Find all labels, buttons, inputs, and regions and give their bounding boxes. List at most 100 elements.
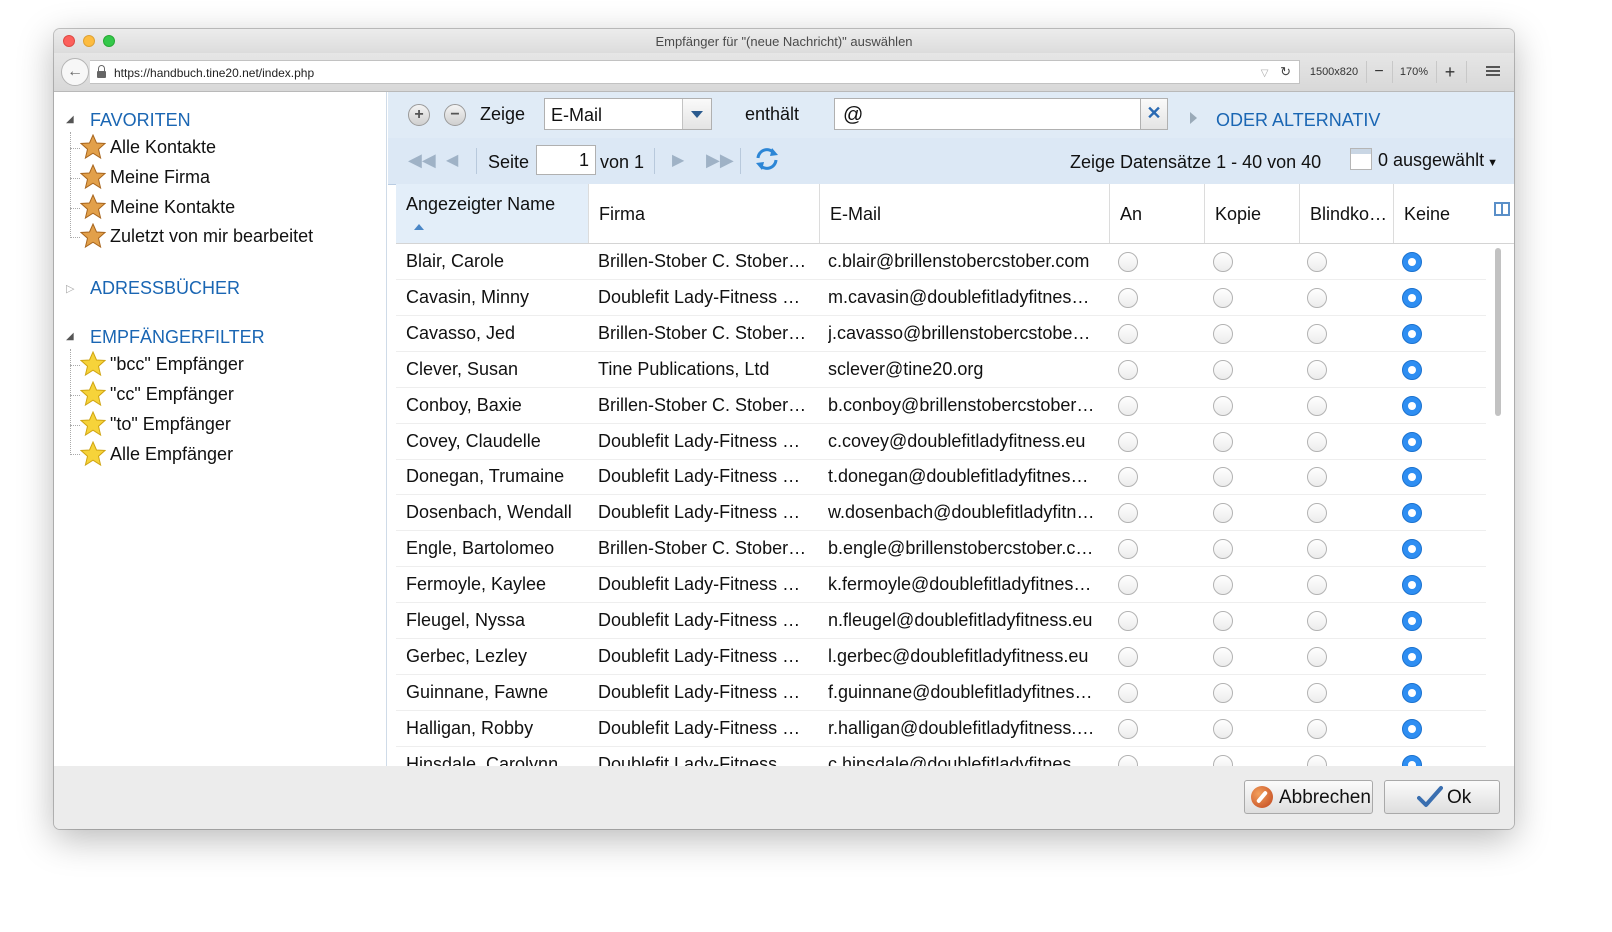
radio-keine[interactable]	[1402, 467, 1422, 487]
menu-icon[interactable]	[1486, 66, 1500, 68]
zoom-level[interactable]: 170%	[1394, 60, 1434, 84]
sidebar-item-to-empfaenger[interactable]: "to" Empfänger	[110, 414, 231, 435]
filter-value-field[interactable]	[834, 98, 1168, 130]
radio-kopie[interactable]	[1213, 288, 1233, 308]
radio-kopie[interactable]	[1213, 683, 1233, 703]
sidebar-item-meine-firma[interactable]: Meine Firma	[110, 167, 210, 188]
dropdown-triangle-icon[interactable]: ▽	[1261, 68, 1269, 79]
resolution-label[interactable]: 1500x820	[1304, 60, 1364, 84]
zoom-in-button[interactable]: +	[1438, 60, 1462, 84]
radio-blindkopie[interactable]	[1307, 683, 1327, 703]
radio-an[interactable]	[1118, 288, 1138, 308]
table-row[interactable]: Halligan, Robby Doublefit Lady-Fitness … r…	[396, 711, 1486, 747]
vertical-scrollbar[interactable]	[1490, 244, 1506, 766]
radio-keine[interactable]	[1402, 252, 1422, 272]
sidebar-item-alle-empfaenger[interactable]: Alle Empfänger	[110, 444, 233, 465]
selected-count-dropdown[interactable]: 0 ausgewählt ▼	[1378, 150, 1498, 171]
radio-keine[interactable]	[1402, 539, 1422, 559]
column-header-kopie[interactable]: Kopie	[1205, 184, 1300, 243]
table-row[interactable]: Dosenbach, Wendall Doublefit Lady-Fitness…	[396, 495, 1486, 531]
radio-kopie[interactable]	[1213, 252, 1233, 272]
radio-blindkopie[interactable]	[1307, 288, 1327, 308]
radio-kopie[interactable]	[1213, 396, 1233, 416]
radio-keine[interactable]	[1402, 683, 1422, 703]
filter-field-select[interactable]: E-Mail	[544, 98, 712, 130]
radio-an[interactable]	[1118, 360, 1138, 380]
tree-heading-adressbuecher[interactable]: ADRESSBÜCHER	[90, 278, 240, 299]
radio-kopie[interactable]	[1213, 503, 1233, 523]
collapsed-arrow-icon[interactable]: ▷	[66, 282, 74, 295]
column-header-blindkopie[interactable]: Blindko…	[1300, 184, 1394, 243]
url-bar[interactable]: https://handbuch.tine20.net/index.php ▽ …	[90, 60, 1300, 84]
sidebar-item-alle-kontakte[interactable]: Alle Kontakte	[110, 137, 216, 158]
radio-an[interactable]	[1118, 611, 1138, 631]
radio-kopie[interactable]	[1213, 432, 1233, 452]
column-header-an[interactable]: An	[1110, 184, 1205, 243]
table-row[interactable]: Clever, Susan Tine Publications, Ltd sclev…	[396, 352, 1486, 388]
radio-blindkopie[interactable]	[1307, 539, 1327, 559]
cancel-button[interactable]: Abbrechen	[1244, 780, 1373, 814]
radio-blindkopie[interactable]	[1307, 396, 1327, 416]
radio-keine[interactable]	[1402, 360, 1422, 380]
refresh-icon[interactable]	[754, 146, 780, 172]
table-row[interactable]: Fermoyle, Kaylee Doublefit Lady-Fitness ……	[396, 567, 1486, 603]
tree-heading-favoriten[interactable]: FAVORITEN	[90, 110, 191, 131]
radio-blindkopie[interactable]	[1307, 647, 1327, 667]
radio-blindkopie[interactable]	[1307, 360, 1327, 380]
table-row[interactable]: Engle, Bartolomeo Brillen-Stober C. Stobe…	[396, 531, 1486, 567]
first-page-icon[interactable]: ◀◀	[408, 150, 436, 171]
radio-keine[interactable]	[1402, 647, 1422, 667]
table-row[interactable]: Gerbec, Lezley Doublefit Lady-Fitness … l.…	[396, 639, 1486, 675]
zoom-out-button[interactable]: −	[1368, 60, 1390, 84]
table-row[interactable]: Fleugel, Nyssa Doublefit Lady-Fitness … n.…	[396, 603, 1486, 639]
clear-filter-button[interactable]: ✕	[1140, 98, 1168, 130]
radio-keine[interactable]	[1402, 755, 1422, 766]
radio-blindkopie[interactable]	[1307, 575, 1327, 595]
page-number-input[interactable]: 1	[536, 145, 596, 175]
table-row[interactable]: Cavasin, Minny Doublefit Lady-Fitness … m.…	[396, 280, 1486, 316]
radio-an[interactable]	[1118, 575, 1138, 595]
radio-keine[interactable]	[1402, 324, 1422, 344]
table-row[interactable]: Covey, Claudelle Doublefit Lady-Fitness ……	[396, 424, 1486, 460]
sidebar-item-meine-kontakte[interactable]: Meine Kontakte	[110, 197, 235, 218]
column-header-keine[interactable]: Keine	[1394, 184, 1514, 243]
remove-filter-button[interactable]: −	[444, 104, 466, 126]
radio-kopie[interactable]	[1213, 539, 1233, 559]
table-row[interactable]: Hinsdale, Carolynn Doublefit Lady-Fitness…	[396, 747, 1486, 766]
tree-heading-empfaengerfilter[interactable]: EMPFÄNGERFILTER	[90, 327, 265, 348]
radio-an[interactable]	[1118, 432, 1138, 452]
radio-kopie[interactable]	[1213, 324, 1233, 344]
reload-icon[interactable]: ↻	[1280, 64, 1291, 79]
radio-kopie[interactable]	[1213, 575, 1233, 595]
radio-an[interactable]	[1118, 467, 1138, 487]
chevron-down-icon[interactable]	[682, 99, 711, 129]
filter-value-input[interactable]	[841, 103, 1135, 128]
radio-kopie[interactable]	[1213, 719, 1233, 739]
radio-blindkopie[interactable]	[1307, 755, 1327, 766]
radio-an[interactable]	[1118, 503, 1138, 523]
radio-kopie[interactable]	[1213, 647, 1233, 667]
radio-keine[interactable]	[1402, 611, 1422, 631]
column-header-email[interactable]: E-Mail	[820, 184, 1110, 243]
radio-blindkopie[interactable]	[1307, 432, 1327, 452]
radio-an[interactable]	[1118, 539, 1138, 559]
prev-page-icon[interactable]: ◀	[446, 150, 458, 170]
radio-an[interactable]	[1118, 755, 1138, 766]
next-page-icon[interactable]: ▶	[672, 150, 684, 170]
radio-an[interactable]	[1118, 252, 1138, 272]
radio-keine[interactable]	[1402, 432, 1422, 452]
sidebar-item-cc-empfaenger[interactable]: "cc" Empfänger	[110, 384, 234, 405]
radio-blindkopie[interactable]	[1307, 467, 1327, 487]
column-chooser-icon[interactable]	[1494, 202, 1510, 216]
radio-kopie[interactable]	[1213, 467, 1233, 487]
table-row[interactable]: Guinnane, Fawne Doublefit Lady-Fitness … f…	[396, 675, 1486, 711]
table-row[interactable]: Cavasso, Jed Brillen-Stober C. Stober… j.c…	[396, 316, 1486, 352]
radio-an[interactable]	[1118, 683, 1138, 703]
radio-blindkopie[interactable]	[1307, 324, 1327, 344]
radio-an[interactable]	[1118, 324, 1138, 344]
radio-blindkopie[interactable]	[1307, 611, 1327, 631]
radio-keine[interactable]	[1402, 575, 1422, 595]
radio-kopie[interactable]	[1213, 360, 1233, 380]
last-page-icon[interactable]: ▶▶	[706, 150, 734, 171]
sidebar-item-bcc-empfaenger[interactable]: "bcc" Empfänger	[110, 354, 244, 375]
